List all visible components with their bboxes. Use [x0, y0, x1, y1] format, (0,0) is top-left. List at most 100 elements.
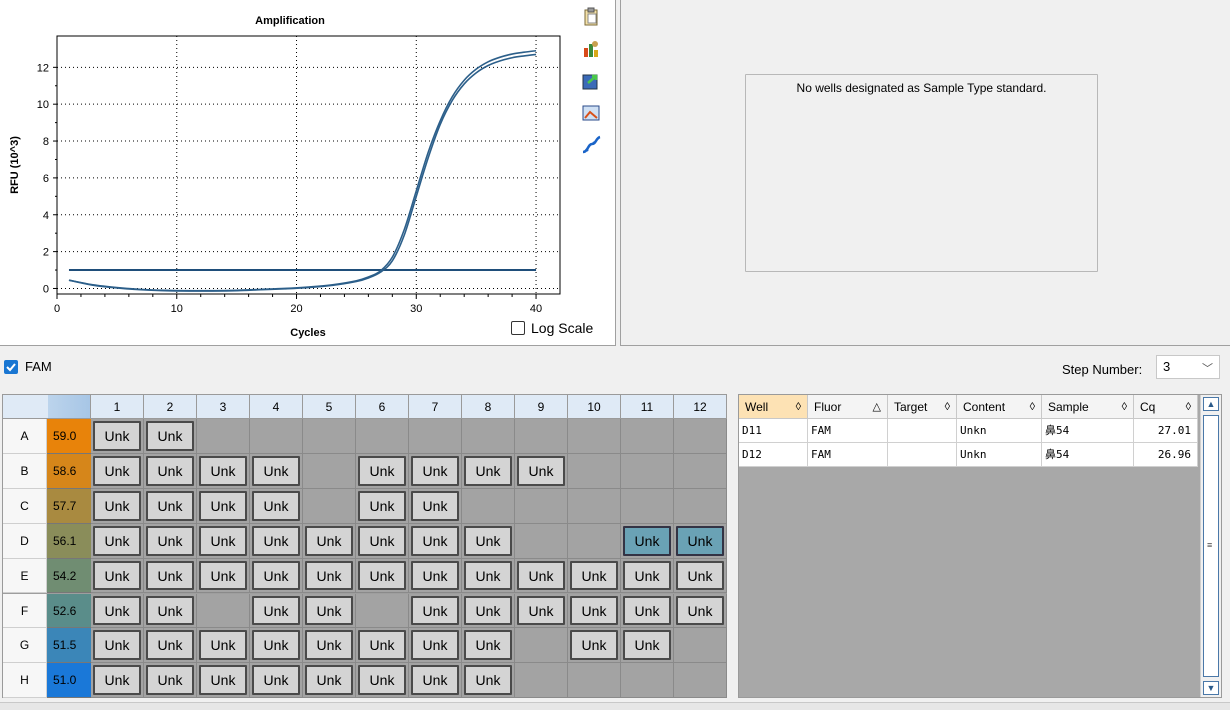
plate-well[interactable] — [303, 419, 356, 454]
step-number-select[interactable]: 3 ﹀ — [1156, 355, 1220, 379]
plate-well[interactable] — [674, 488, 727, 524]
well-button[interactable]: Unk — [464, 560, 512, 591]
plate-well[interactable]: Unk — [250, 628, 303, 664]
well-button[interactable]: Unk — [464, 665, 512, 696]
plate-well[interactable]: Unk — [674, 523, 727, 559]
plate-well[interactable] — [621, 453, 674, 489]
plate-well[interactable]: Unk — [303, 523, 356, 559]
well-button[interactable]: Unk — [146, 665, 194, 696]
sort-icon[interactable]: ◊ — [945, 395, 950, 419]
plate-well[interactable] — [568, 419, 621, 454]
plate-well[interactable]: Unk — [250, 593, 303, 629]
log-scale-checkbox[interactable]: Log Scale — [511, 320, 593, 336]
well-button[interactable]: Unk — [199, 630, 247, 661]
well-button[interactable]: Unk — [411, 595, 459, 626]
plate-well[interactable]: Unk — [462, 558, 515, 594]
plot-area[interactable] — [56, 35, 561, 295]
column-header-content[interactable]: Content ◊ — [957, 395, 1042, 419]
well-button[interactable]: Unk — [252, 630, 300, 661]
plate-well[interactable]: Unk — [462, 453, 515, 489]
well-button[interactable]: Unk — [252, 560, 300, 591]
plate-well[interactable]: Unk — [91, 419, 144, 454]
fam-checkbox[interactable] — [4, 360, 18, 374]
column-header[interactable]: 8 — [462, 395, 515, 419]
plate-well[interactable]: Unk — [356, 558, 409, 594]
well-button[interactable]: Unk — [93, 421, 141, 451]
plate-well[interactable]: Unk — [674, 558, 727, 594]
column-header-target[interactable]: Target ◊ — [888, 395, 957, 419]
column-header-fluor[interactable]: Fluor △ — [808, 395, 888, 419]
well-button[interactable]: Unk — [199, 525, 247, 556]
plate-well[interactable] — [303, 488, 356, 524]
plate-well[interactable]: Unk — [462, 628, 515, 664]
plate-well[interactable]: Unk — [621, 628, 674, 664]
plate-well[interactable]: Unk — [197, 523, 250, 559]
plate-well[interactable] — [674, 453, 727, 489]
column-header[interactable]: 4 — [250, 395, 303, 419]
well-button[interactable]: Unk — [305, 560, 353, 591]
sort-icon[interactable]: ◊ — [1186, 395, 1191, 419]
plate-well[interactable]: Unk — [356, 453, 409, 489]
scroll-thumb[interactable]: ≡ — [1203, 415, 1219, 677]
well-button[interactable]: Unk — [146, 525, 194, 556]
well-button[interactable]: Unk — [570, 630, 618, 661]
table-cell[interactable]: 鼻54 — [1042, 419, 1134, 443]
row-header[interactable]: H — [3, 663, 47, 699]
curve-icon[interactable] — [580, 134, 602, 156]
plate-well[interactable] — [515, 419, 568, 454]
plate-well[interactable]: Unk — [409, 558, 462, 594]
plate-well[interactable]: Unk — [462, 523, 515, 559]
plate-well[interactable]: Unk — [144, 523, 197, 559]
well-button[interactable]: Unk — [252, 665, 300, 696]
well-button[interactable]: Unk — [623, 525, 671, 556]
plate-well[interactable]: Unk — [144, 558, 197, 594]
sort-icon[interactable]: ◊ — [796, 395, 801, 419]
well-button[interactable]: Unk — [411, 665, 459, 696]
well-button[interactable]: Unk — [199, 490, 247, 521]
plate-well[interactable] — [621, 663, 674, 699]
plate-well[interactable]: Unk — [409, 593, 462, 629]
plate-well[interactable]: Unk — [250, 663, 303, 699]
plate-well[interactable]: Unk — [409, 453, 462, 489]
table-cell[interactable] — [888, 443, 957, 467]
well-button[interactable]: Unk — [358, 525, 406, 556]
plate-well[interactable]: Unk — [409, 628, 462, 664]
plate-well[interactable]: Unk — [197, 453, 250, 489]
well-button[interactable]: Unk — [305, 525, 353, 556]
sort-icon[interactable]: ◊ — [1122, 395, 1127, 419]
plate-well[interactable]: Unk — [303, 558, 356, 594]
row-header[interactable]: F — [3, 593, 47, 629]
well-button[interactable]: Unk — [199, 560, 247, 591]
table-cell[interactable]: Unkn — [957, 443, 1042, 467]
copy-icon[interactable] — [580, 6, 602, 28]
well-button[interactable]: Unk — [570, 595, 618, 626]
plate-well[interactable]: Unk — [568, 558, 621, 594]
plate-well[interactable]: Unk — [197, 488, 250, 524]
well-button[interactable]: Unk — [146, 630, 194, 661]
well-button[interactable]: Unk — [93, 630, 141, 661]
plate-well[interactable] — [462, 488, 515, 524]
plate-well[interactable]: Unk — [621, 523, 674, 559]
well-button[interactable]: Unk — [93, 525, 141, 556]
plate-well[interactable] — [303, 453, 356, 489]
well-button[interactable]: Unk — [570, 560, 618, 591]
column-header[interactable]: 10 — [568, 395, 621, 419]
plate-well[interactable]: Unk — [303, 663, 356, 699]
well-button[interactable]: Unk — [411, 490, 459, 521]
row-header[interactable]: G — [3, 628, 47, 664]
checkbox-box[interactable] — [511, 321, 525, 335]
well-button[interactable]: Unk — [93, 455, 141, 486]
plate-well[interactable]: Unk — [197, 628, 250, 664]
plate-well[interactable]: Unk — [250, 523, 303, 559]
table-cell[interactable] — [888, 419, 957, 443]
plate-well[interactable] — [568, 663, 621, 699]
well-button[interactable]: Unk — [93, 490, 141, 521]
well-button[interactable]: Unk — [676, 595, 724, 626]
plate-well[interactable] — [621, 488, 674, 524]
well-button[interactable]: Unk — [676, 560, 724, 591]
column-header[interactable]: 11 — [621, 395, 674, 419]
plate-well[interactable]: Unk — [250, 453, 303, 489]
column-header[interactable]: 3 — [197, 395, 250, 419]
plate-well[interactable] — [568, 488, 621, 524]
plate-well[interactable]: Unk — [91, 663, 144, 699]
